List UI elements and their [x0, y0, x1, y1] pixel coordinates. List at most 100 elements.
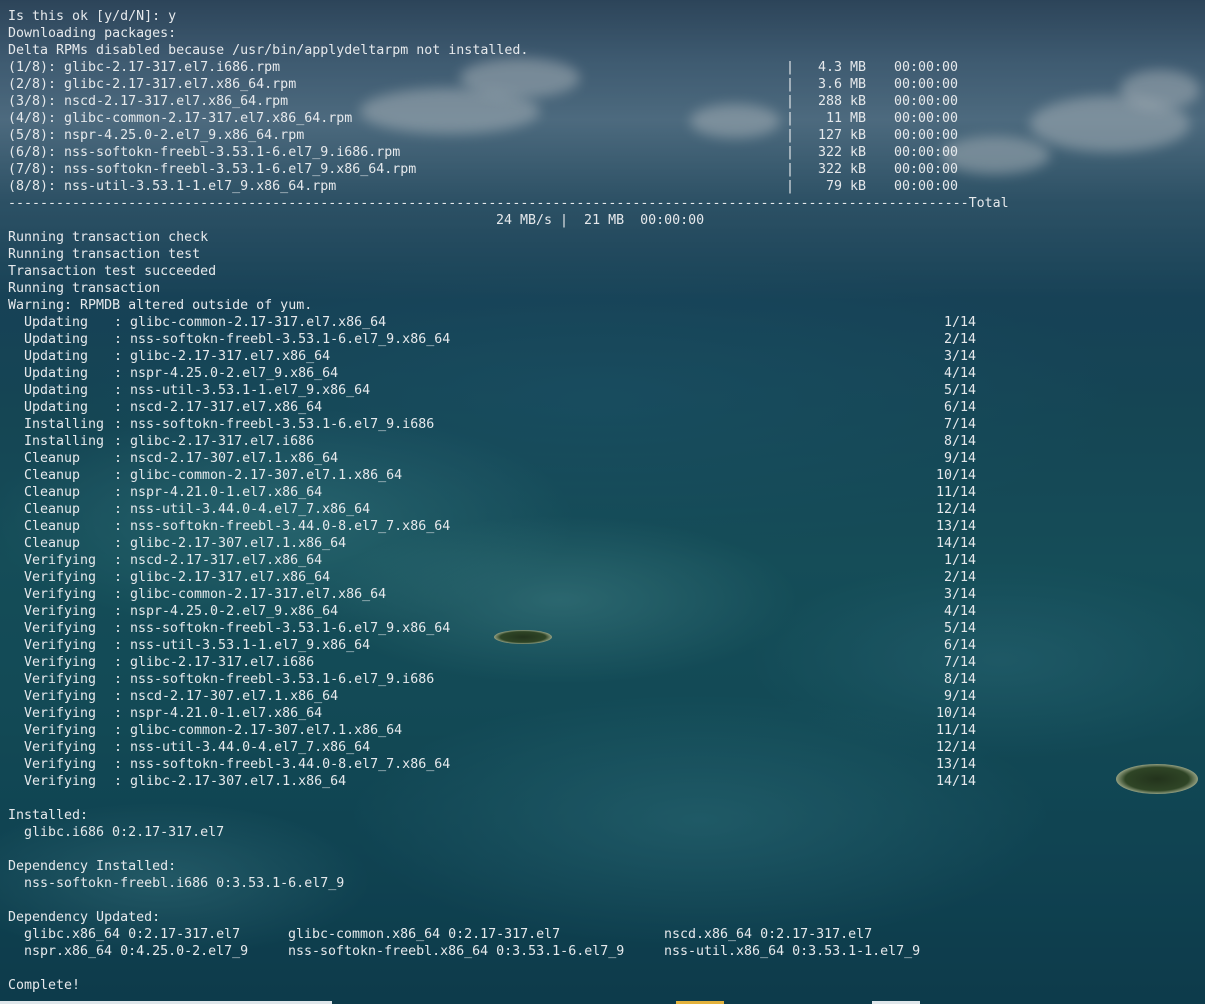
- transaction-action: Verifying: [24, 774, 97, 789]
- transaction-separator: :: [114, 706, 123, 721]
- transaction-package: nss-softokn-freebl-3.53.1-6.el7_9.i686: [130, 417, 435, 432]
- transaction-action: Cleanup: [24, 536, 81, 551]
- column-separator: |: [786, 94, 795, 109]
- complete-message: Complete!: [8, 978, 81, 993]
- transaction-separator: :: [114, 655, 123, 670]
- terminal-output[interactable]: Is this ok [y/d/N]: y Downloading packag…: [8, 8, 1205, 994]
- transaction-separator: :: [114, 740, 123, 755]
- transaction-row: Cleanup: glibc-2.17-307.el7.1.x86_64 14/14: [8, 535, 1205, 552]
- transaction-package: nss-util-3.53.1-1.el7_9.x86_64: [130, 383, 371, 398]
- transaction-row: Verifying: nss-softokn-freebl-3.44.0-8.el…: [8, 756, 1205, 773]
- warning-line: Warning: RPMDB altered outside of yum.: [8, 298, 313, 313]
- download-list: (1/8): glibc-2.17-317.el7.i686.rpm | 4.3 M…: [8, 59, 1205, 195]
- column-separator: |: [786, 162, 795, 177]
- download-time: 00:00:00: [893, 60, 958, 75]
- transaction-row: Verifying: nscd-2.17-317.el7.x86_64 1/14: [8, 552, 1205, 569]
- transaction-action: Updating: [24, 315, 89, 330]
- transaction-separator: :: [114, 502, 123, 517]
- transaction-separator: :: [114, 349, 123, 364]
- transaction-progress: 5/14: [943, 383, 976, 398]
- download-size: 288 kB: [817, 94, 866, 109]
- transaction-package: nss-util-3.44.0-4.el7_7.x86_64: [130, 502, 371, 517]
- dependency-updated-row: glibc.x86_64 0:2.17-317.el7 glibc-common…: [8, 926, 1205, 943]
- transaction-progress: 2/14: [943, 570, 976, 585]
- download-time: 00:00:00: [893, 128, 958, 143]
- transaction-package: glibc-2.17-307.el7.1.x86_64: [130, 536, 347, 551]
- transaction-package: glibc-common-2.17-317.el7.x86_64: [130, 587, 387, 602]
- transaction-progress: 13/14: [935, 757, 976, 772]
- transaction-package: glibc-common-2.17-317.el7.x86_64: [130, 315, 387, 330]
- transaction-action: Verifying: [24, 604, 97, 619]
- transaction-package: nspr-4.25.0-2.el7_9.x86_64: [130, 366, 339, 381]
- transaction-separator: :: [114, 689, 123, 704]
- transaction-action: Verifying: [24, 757, 97, 772]
- download-file: (3/8): nscd-2.17-317.el7.x86_64.rpm: [8, 94, 289, 109]
- transaction-package: glibc-common-2.17-307.el7.1.x86_64: [130, 468, 403, 483]
- transaction-row: Verifying: nss-util-3.53.1-1.el7_9.x86_64…: [8, 637, 1205, 654]
- transaction-progress: 11/14: [935, 485, 976, 500]
- transaction-action: Verifying: [24, 740, 97, 755]
- transaction-progress: 5/14: [943, 621, 976, 636]
- transaction-row: Updating: nscd-2.17-317.el7.x86_64 6/14: [8, 399, 1205, 416]
- download-file: (1/8): glibc-2.17-317.el7.i686.rpm: [8, 60, 281, 75]
- transaction-action: Verifying: [24, 706, 97, 721]
- transaction-package: glibc-2.17-317.el7.x86_64: [130, 570, 331, 585]
- transaction-separator: :: [114, 315, 123, 330]
- download-file: (6/8): nss-softokn-freebl-3.53.1-6.el7_9…: [8, 145, 401, 160]
- transaction-package: glibc-2.17-317.el7.x86_64: [130, 349, 331, 364]
- transaction-separator: :: [114, 621, 123, 636]
- transaction-row: Cleanup: nscd-2.17-307.el7.1.x86_64 9/14: [8, 450, 1205, 467]
- transaction-separator: :: [114, 604, 123, 619]
- dependency-updated-header: Dependency Updated:: [8, 910, 161, 925]
- download-time: 00:00:00: [893, 162, 958, 177]
- transaction-progress: 9/14: [943, 689, 976, 704]
- download-row: (6/8): nss-softokn-freebl-3.53.1-6.el7_9…: [8, 144, 1205, 161]
- transaction-progress: 8/14: [943, 672, 976, 687]
- dependency-updated-item: nss-util.x86_64 0:3.53.1-1.el7_9: [664, 944, 921, 959]
- transaction-package: nss-softokn-freebl-3.44.0-8.el7_7.x86_64: [130, 519, 451, 534]
- transaction-separator: :: [114, 638, 123, 653]
- transaction-action: Verifying: [24, 587, 97, 602]
- transaction-separator: :: [114, 366, 123, 381]
- download-time: 00:00:00: [893, 179, 958, 194]
- transaction-progress: 7/14: [943, 417, 976, 432]
- transaction-separator: :: [114, 723, 123, 738]
- transaction-package: nss-softokn-freebl-3.53.1-6.el7_9.x86_64: [130, 621, 451, 636]
- transaction-row: Verifying: nss-util-3.44.0-4.el7_7.x86_64…: [8, 739, 1205, 756]
- transaction-action: Cleanup: [24, 502, 81, 517]
- column-separator: |: [786, 60, 795, 75]
- transaction-progress: 11/14: [935, 723, 976, 738]
- transaction-separator: :: [114, 332, 123, 347]
- transaction-row: Verifying: glibc-2.17-317.el7.i686 7/14: [8, 654, 1205, 671]
- transaction-action: Updating: [24, 400, 89, 415]
- column-separator: |: [786, 145, 795, 160]
- transaction-progress: 10/14: [935, 706, 976, 721]
- transaction-separator: :: [114, 468, 123, 483]
- delta-rpm-notice: Delta RPMs disabled because /usr/bin/app…: [8, 43, 529, 58]
- column-separator: |: [786, 111, 795, 126]
- dependency-updated-item: glibc.x86_64 0:2.17-317.el7: [24, 927, 241, 942]
- transaction-row: Updating: nss-softokn-freebl-3.53.1-6.el7…: [8, 331, 1205, 348]
- transaction-row: Verifying: nscd-2.17-307.el7.1.x86_64 9/14: [8, 688, 1205, 705]
- transaction-progress: 1/14: [943, 315, 976, 330]
- download-row: (5/8): nspr-4.25.0-2.el7_9.x86_64.rpm | 12…: [8, 127, 1205, 144]
- transaction-separator: :: [114, 774, 123, 789]
- transaction-package: nscd-2.17-307.el7.1.x86_64: [130, 689, 339, 704]
- transaction-progress: 13/14: [935, 519, 976, 534]
- status-line: Running transaction test: [8, 247, 201, 262]
- transaction-separator: :: [114, 434, 123, 449]
- transaction-row: Cleanup: nss-softokn-freebl-3.44.0-8.el7_…: [8, 518, 1205, 535]
- transaction-action: Verifying: [24, 723, 97, 738]
- download-file: (7/8): nss-softokn-freebl-3.53.1-6.el7_9…: [8, 162, 417, 177]
- transaction-action: Verifying: [24, 553, 97, 568]
- total-summary: 24 MB/s | 21 MB 00:00:00: [496, 213, 705, 228]
- transaction-progress: 14/14: [935, 774, 976, 789]
- transaction-row: Updating: nss-util-3.53.1-1.el7_9.x86_64 5…: [8, 382, 1205, 399]
- transaction-row: Updating: nspr-4.25.0-2.el7_9.x86_64 4/14: [8, 365, 1205, 382]
- transaction-action: Verifying: [24, 570, 97, 585]
- column-separator: |: [786, 77, 795, 92]
- transaction-package: nss-softokn-freebl-3.53.1-6.el7_9.x86_64: [130, 332, 451, 347]
- transaction-row: Installing: glibc-2.17-317.el7.i686 8/14: [8, 433, 1205, 450]
- transaction-action: Installing: [24, 417, 105, 432]
- dependency-updated-item: glibc-common.x86_64 0:2.17-317.el7: [288, 927, 561, 942]
